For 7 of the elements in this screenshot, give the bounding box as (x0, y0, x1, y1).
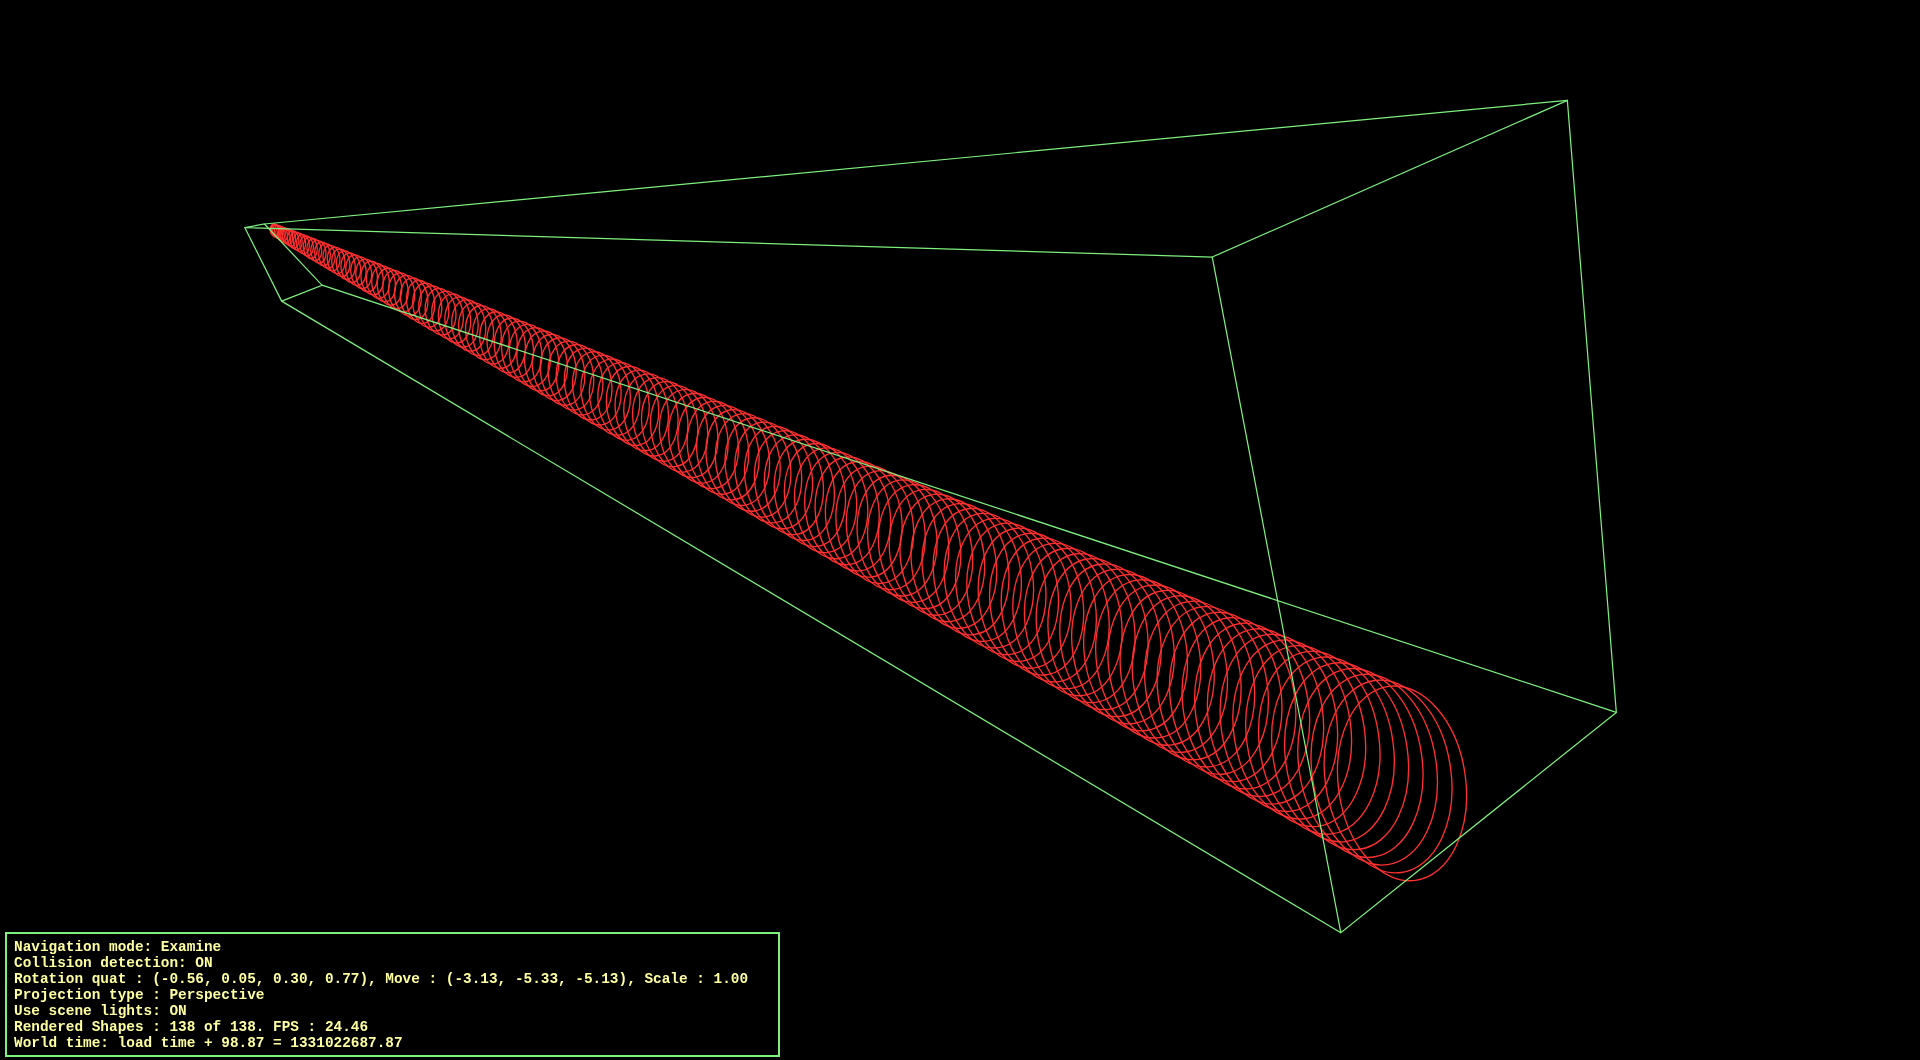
status-line: Rendered Shapes : 138 of 138. FPS : 24.46 (14, 1019, 370, 1035)
status-line: Projection type : Perspective (14, 987, 266, 1003)
status-line: Rotation quat : (-0.56, 0.05, 0.30, 0.77), Move : (-3.13, -5.33, -5.13), Scale : 1.00 (14, 971, 750, 987)
status-line: Navigation mode: Examine (14, 939, 223, 955)
status-line: World time: load time + 98.87 = 1331022687.87 (14, 1035, 404, 1051)
status-line: Collision detection: ON (14, 955, 214, 971)
status-line: Use scene lights: ON (14, 1003, 188, 1019)
